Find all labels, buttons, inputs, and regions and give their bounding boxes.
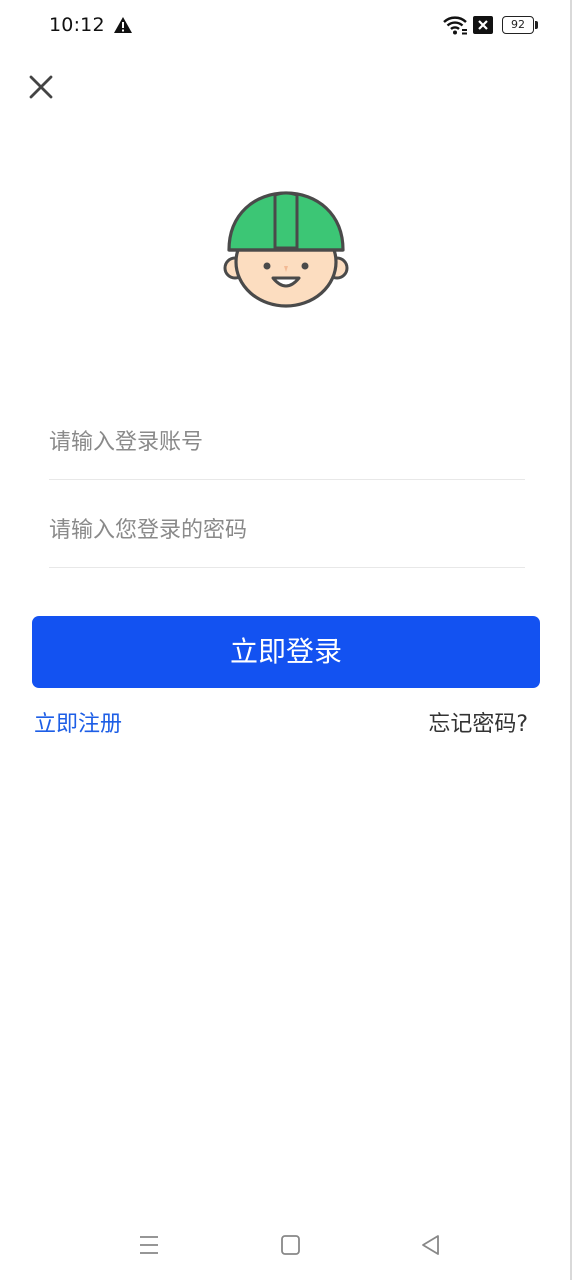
warning-icon xyxy=(114,17,132,33)
password-field xyxy=(49,480,525,568)
worker-helmet-avatar-icon xyxy=(223,191,349,308)
login-button[interactable]: 立即登录 xyxy=(32,616,540,688)
account-field xyxy=(49,392,525,480)
back-triangle-icon[interactable] xyxy=(418,1232,444,1258)
menu-icon[interactable] xyxy=(136,1232,162,1258)
register-link[interactable]: 立即注册 xyxy=(34,706,122,738)
system-nav-bar xyxy=(0,1220,572,1270)
battery-level: 92 xyxy=(502,16,534,34)
home-square-icon[interactable] xyxy=(277,1232,303,1258)
battery-icon: 92 xyxy=(502,16,538,34)
status-bar: 10:12 92 xyxy=(0,0,572,52)
wifi-icon xyxy=(443,16,467,35)
x-box-icon xyxy=(473,16,493,34)
forgot-password-link[interactable]: 忘记密码? xyxy=(428,706,528,738)
account-input[interactable] xyxy=(49,425,525,459)
close-icon[interactable] xyxy=(24,70,58,104)
status-time: 10:12 xyxy=(49,14,105,36)
password-input[interactable] xyxy=(49,513,525,547)
battery-tip xyxy=(535,21,538,29)
